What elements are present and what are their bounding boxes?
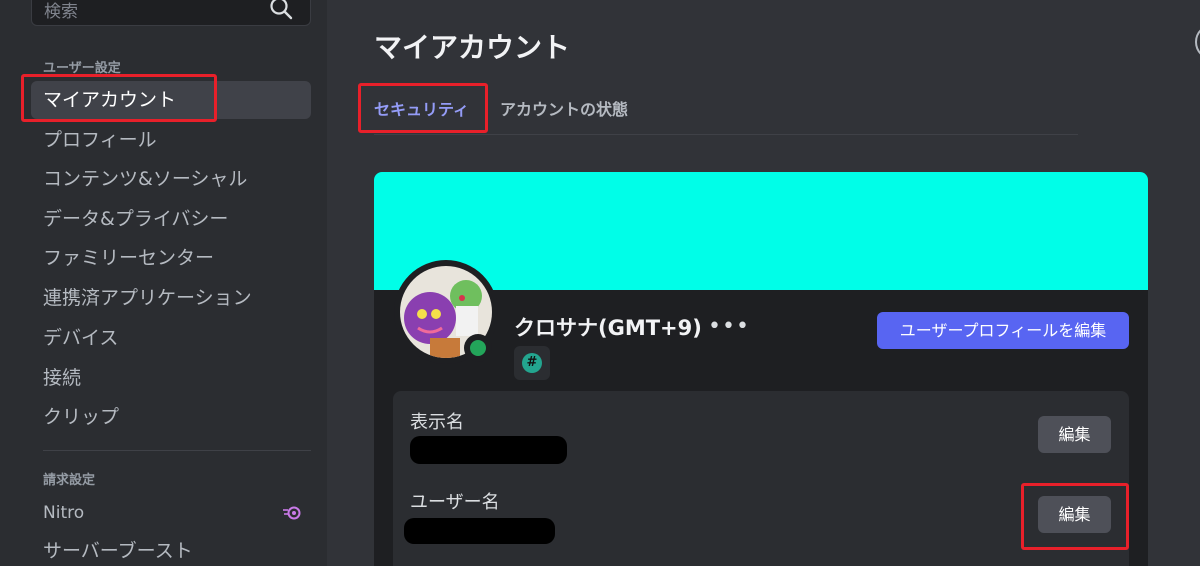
edit-user-profile-button[interactable]: ユーザープロフィールを編集 [877, 312, 1129, 349]
sidebar-item-connections[interactable]: 接続 [31, 359, 311, 397]
settings-sidebar: 検索 ユーザー設定 マイアカウント プロフィール コンテンツ&ソーシャル データ… [0, 0, 327, 566]
profile-card: クロサナ(GMT+9) ••• # ユーザープロフィールを編集 表示名 編集 ユ… [374, 172, 1148, 566]
online-status-icon [470, 340, 486, 356]
main-content: マイアカウント セキュリティ アカウントの状態 クロサナ(GMT+9) ••• … [327, 0, 1200, 566]
sidebar-item-profile[interactable]: プロフィール [31, 121, 311, 159]
profile-banner [374, 172, 1148, 290]
display-name-value-redacted [410, 436, 567, 464]
search-icon[interactable] [268, 0, 294, 21]
close-button[interactable] [1195, 24, 1200, 60]
nitro-icon [283, 506, 301, 520]
page-title: マイアカウント [374, 31, 571, 64]
sidebar-item-server-boost[interactable]: サーバーブースト [31, 532, 311, 566]
sidebar-item-label: Nitro [43, 503, 85, 523]
search-placeholder: 検索 [44, 2, 78, 22]
sidebar-item-family-center[interactable]: ファミリーセンター [31, 239, 311, 277]
display-name-label: 表示名 [410, 412, 464, 433]
profile-badge[interactable]: # [514, 346, 550, 380]
profile-username: クロサナ(GMT+9) [514, 316, 702, 340]
sidebar-item-my-account[interactable]: マイアカウント [31, 81, 311, 119]
username-value-redacted [404, 518, 555, 544]
account-info-box: 表示名 編集 ユーザー名 編集 [393, 391, 1129, 566]
sidebar-item-data-privacy[interactable]: データ&プライバシー [31, 200, 311, 238]
active-tab-indicator [374, 130, 471, 132]
tab-account-status[interactable]: アカウントの状態 [500, 96, 628, 120]
sidebar-divider [43, 450, 311, 451]
more-options-icon[interactable]: ••• [708, 314, 750, 339]
sidebar-item-authorized-apps[interactable]: 連携済アプリケーション [31, 279, 311, 317]
sidebar-item-devices[interactable]: デバイス [31, 319, 311, 357]
sidebar-item-nitro[interactable]: Nitro [31, 494, 311, 532]
edit-display-name-button[interactable]: 編集 [1038, 416, 1111, 453]
billing-settings-header: 請求設定 [43, 473, 96, 488]
sidebar-item-clips[interactable]: クリップ [31, 398, 311, 436]
search-input[interactable]: 検索 [31, 0, 311, 26]
sidebar-item-content-social[interactable]: コンテンツ&ソーシャル [31, 160, 311, 198]
hashtag-badge-icon: # [522, 353, 542, 373]
tab-security[interactable]: セキュリティ [374, 96, 469, 120]
user-settings-header: ユーザー設定 [43, 61, 121, 76]
tab-bar: セキュリティ アカウントの状態 [374, 90, 1078, 135]
edit-username-button[interactable]: 編集 [1038, 496, 1111, 533]
username-label: ユーザー名 [410, 492, 500, 513]
